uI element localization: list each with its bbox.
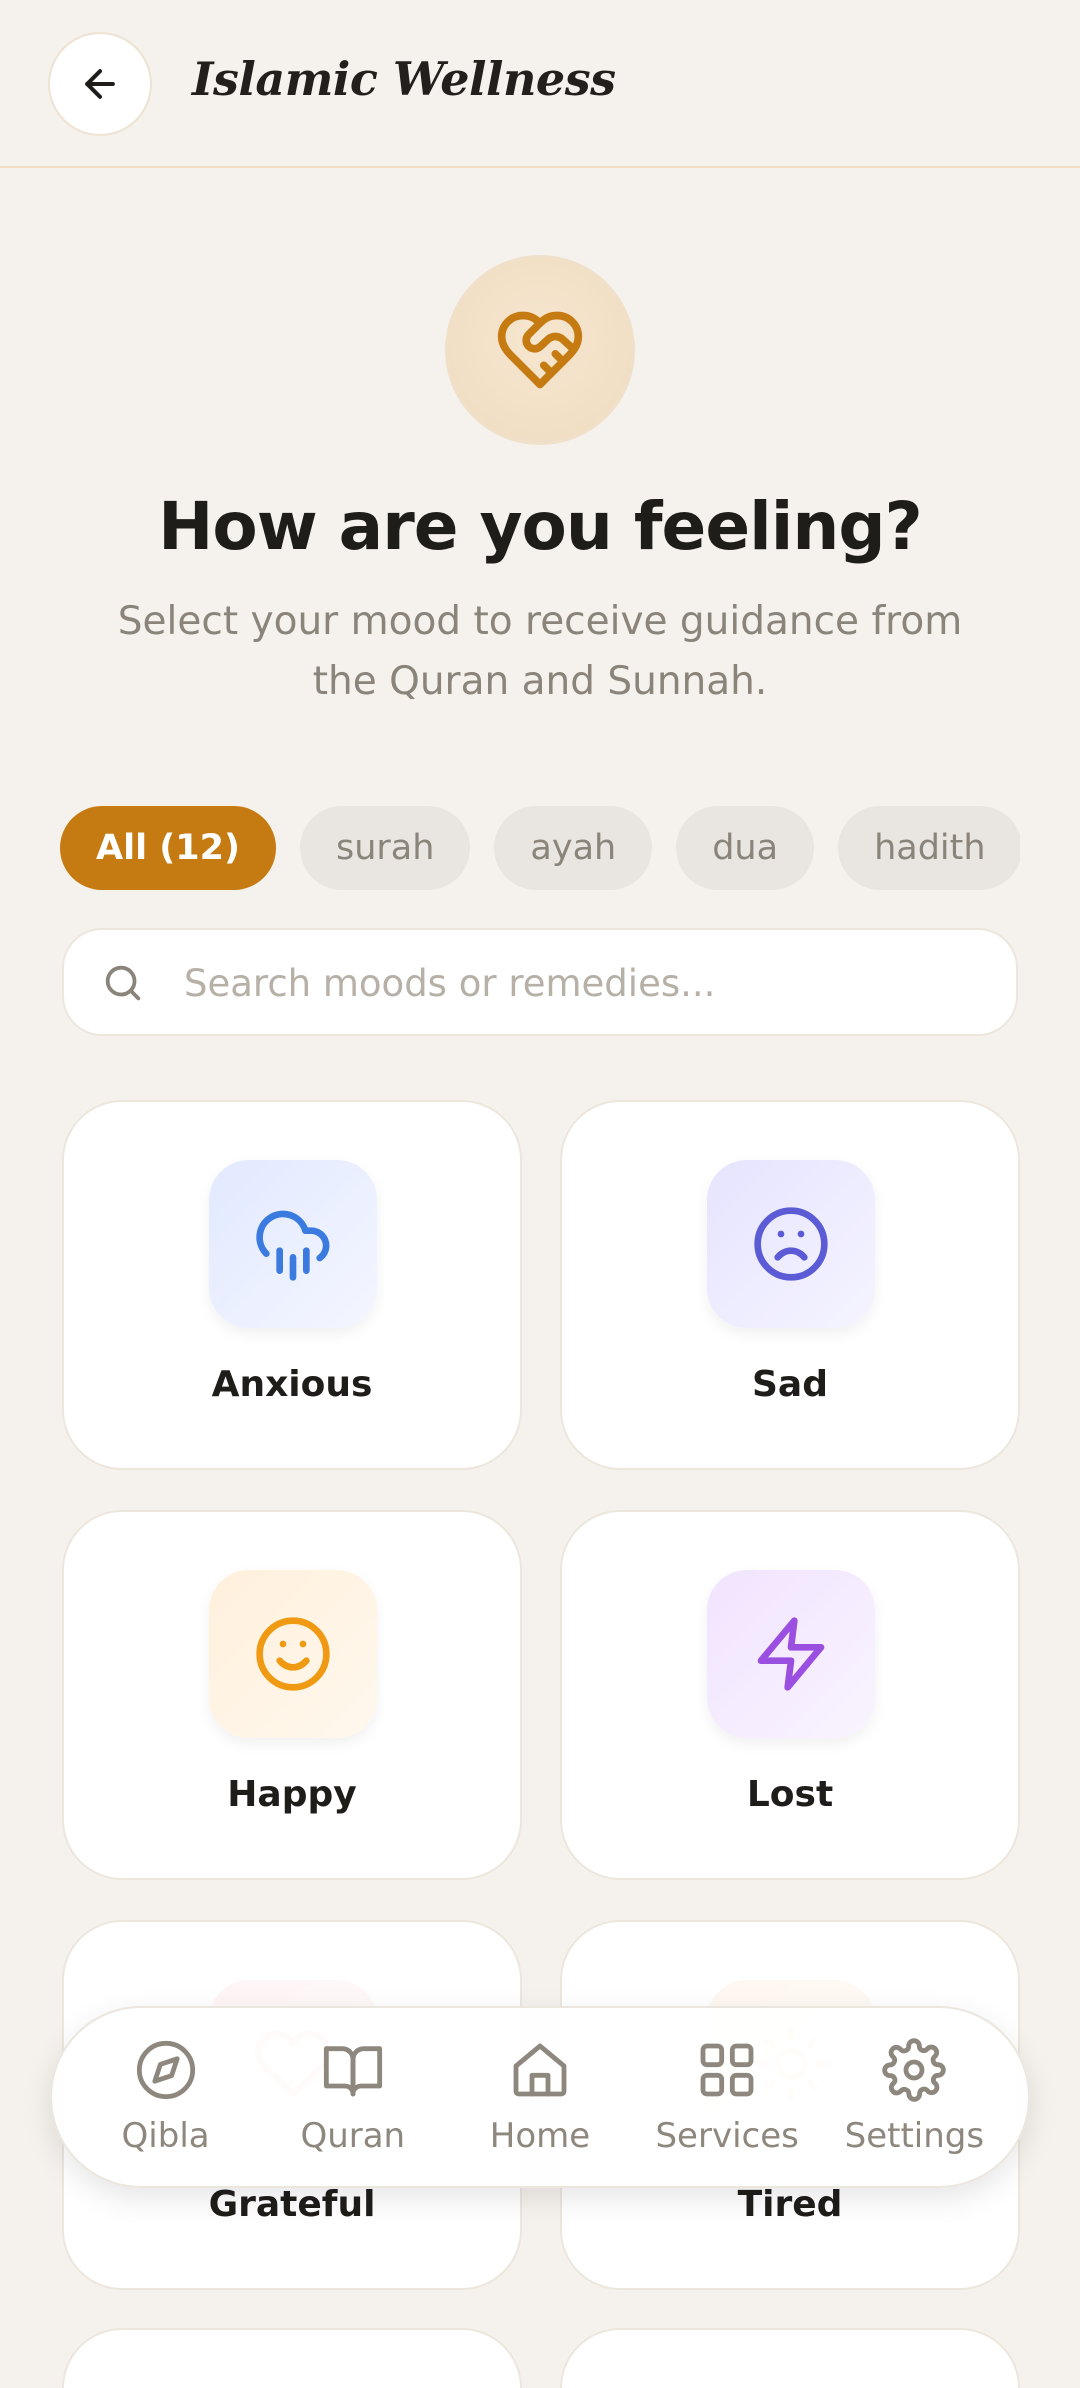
zap-icon (757, 1617, 825, 1691)
nav-label: Qibla (121, 2116, 210, 2156)
mood-label: Anxious (211, 1364, 373, 1405)
heart-handshake-icon (497, 311, 583, 389)
chip-ayah[interactable]: ayah (494, 806, 653, 890)
bottom-navigation: Qibla Quran Home Services Settings (50, 2006, 1030, 2188)
header-title: Islamic Wellness (192, 52, 616, 106)
hero-badge (445, 255, 635, 445)
mood-label: Tired (737, 2184, 843, 2225)
nav-label: Services (655, 2116, 799, 2156)
nav-settings[interactable]: Settings (824, 2022, 1004, 2172)
cloud-rain-icon (256, 1210, 330, 1281)
mood-label: Happy (227, 1774, 357, 1815)
chip-all[interactable]: All (12) (60, 806, 276, 890)
mood-card-partial (560, 2328, 1020, 2388)
mood-icon-tile (209, 1570, 377, 1738)
nav-qibla[interactable]: Qibla (76, 2022, 256, 2172)
chip-dua[interactable]: dua (676, 806, 815, 890)
nav-services[interactable]: Services (637, 2022, 817, 2172)
mood-label: Grateful (208, 2184, 376, 2225)
compass-icon (136, 2040, 195, 2100)
mood-card-happy[interactable]: Happy (62, 1510, 522, 1880)
search-input[interactable] (182, 930, 986, 1036)
nav-label: Settings (844, 2116, 985, 2156)
chip-hadith[interactable]: hadith (838, 806, 1020, 890)
nav-quran[interactable]: Quran (263, 2022, 443, 2172)
search-icon (105, 965, 141, 1001)
mood-card-sad[interactable]: Sad (560, 1100, 1020, 1470)
search-bar (62, 928, 1018, 1036)
nav-label: Quran (300, 2116, 406, 2156)
mood-icon-tile (707, 1160, 875, 1328)
mood-icon-tile (707, 1570, 875, 1738)
mood-label: Lost (746, 1774, 834, 1815)
mood-card-partial (62, 2328, 522, 2388)
grid-icon (700, 2043, 754, 2097)
mood-label: Sad (752, 1364, 828, 1405)
home-icon (513, 2043, 567, 2097)
frown-icon (754, 1207, 828, 1281)
nav-label: Home (489, 2116, 591, 2156)
mood-card-anxious[interactable]: Anxious (62, 1100, 522, 1470)
chip-surah[interactable]: surah (299, 806, 471, 890)
nav-home[interactable]: Home (450, 2022, 630, 2172)
gear-icon (882, 2038, 946, 2102)
mood-icon-tile (209, 1160, 377, 1328)
page-subtitle: Select your mood to receive guidance fro… (117, 599, 963, 704)
book-open-icon (323, 2046, 382, 2097)
page-title: How are you feeling? (158, 488, 923, 565)
filter-chips: All (12) surah ayah dua hadith (60, 806, 1020, 892)
mood-card-lost[interactable]: Lost (560, 1510, 1020, 1880)
arrow-left-icon (85, 69, 115, 99)
smile-icon (256, 1617, 330, 1691)
app-header: Islamic Wellness (0, 0, 1080, 168)
back-button[interactable] (48, 32, 152, 136)
